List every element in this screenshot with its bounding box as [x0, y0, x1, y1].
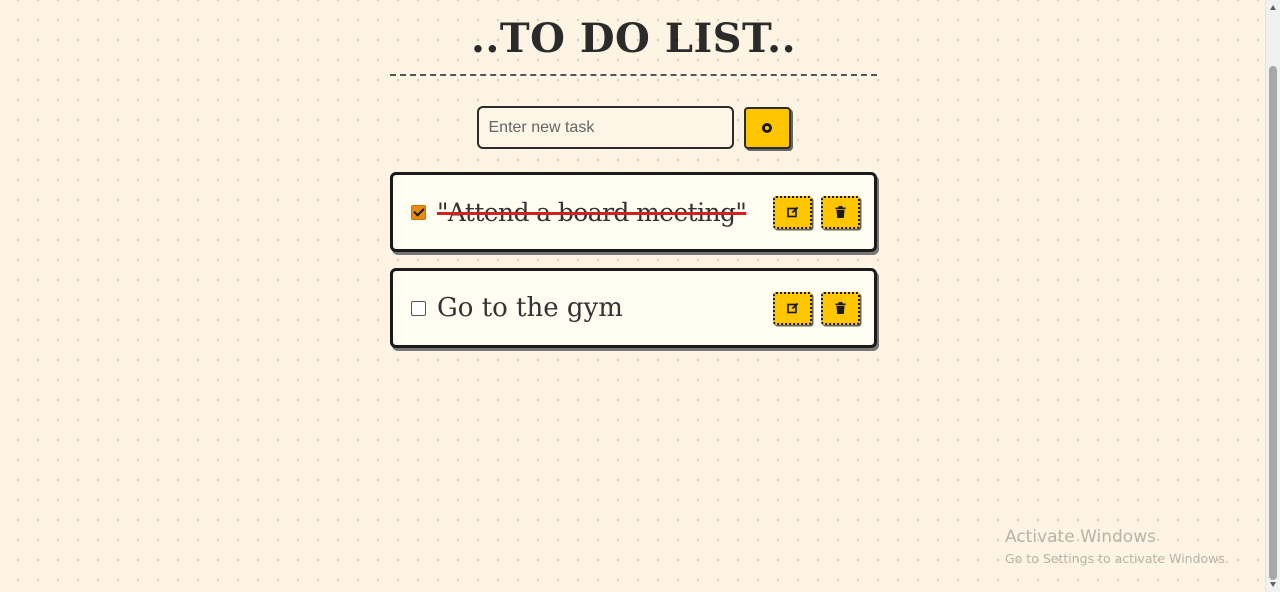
- edit-task-button[interactable]: [773, 291, 812, 325]
- watermark-title: Activate Windows: [1005, 527, 1156, 547]
- title-divider: [390, 74, 877, 76]
- todo-app: ..TO DO LIST.. "Attend a board meeting": [390, 0, 877, 364]
- task-item: "Attend a board meeting": [390, 172, 877, 252]
- task-actions: [773, 291, 860, 325]
- task-checkbox[interactable]: [411, 204, 426, 220]
- trash-icon: [835, 302, 846, 314]
- plus-circle-icon: [762, 122, 772, 133]
- vertical-scrollbar[interactable]: [1265, 0, 1280, 592]
- scroll-up-arrow-icon[interactable]: [1270, 5, 1276, 10]
- task-list: "Attend a board meeting" Go to the gym: [390, 172, 877, 348]
- new-task-input[interactable]: [476, 106, 734, 149]
- delete-task-button[interactable]: [821, 291, 860, 325]
- scrollbar-thumb[interactable]: [1269, 66, 1277, 580]
- scroll-down-arrow-icon[interactable]: [1270, 582, 1276, 587]
- task-text: "Attend a board meeting": [437, 197, 747, 227]
- task-checkbox[interactable]: [411, 300, 426, 316]
- activate-windows-watermark: Activate Windows Go to Settings to activ…: [1005, 527, 1229, 567]
- task-item: Go to the gym: [390, 268, 877, 348]
- edit-icon: [786, 302, 799, 314]
- add-task-button[interactable]: [743, 106, 791, 149]
- edit-task-button[interactable]: [773, 195, 812, 229]
- watermark-subtitle: Go to Settings to activate Windows.: [1005, 551, 1229, 566]
- trash-icon: [835, 206, 846, 218]
- delete-task-button[interactable]: [821, 195, 860, 229]
- edit-icon: [786, 206, 799, 218]
- task-text: Go to the gym: [437, 293, 623, 323]
- add-task-row: [390, 106, 877, 149]
- page-title: ..TO DO LIST..: [470, 15, 797, 62]
- task-actions: [773, 195, 860, 229]
- checkmark-icon: [412, 205, 425, 217]
